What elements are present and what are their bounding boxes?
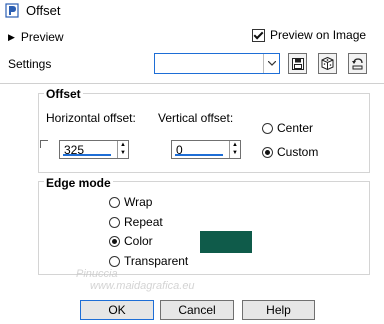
divider: [0, 83, 384, 84]
radio-center[interactable]: Center: [262, 121, 313, 135]
radio-wrap[interactable]: Wrap: [109, 195, 152, 209]
radio-checked-icon: [262, 146, 273, 158]
radio-custom-label: Custom: [277, 145, 319, 159]
watermark-name: Pinuccia: [76, 268, 118, 280]
watermark: Pinuccia www.maidagrafica.eu: [60, 268, 260, 298]
radio-transparent[interactable]: Transparent: [109, 254, 188, 268]
preview-toggle[interactable]: ▶ Preview: [8, 28, 64, 46]
radio-unchecked-icon: [109, 255, 120, 267]
stepper-up-icon[interactable]: ▲: [118, 141, 128, 149]
radio-unchecked-icon: [109, 196, 120, 208]
help-button[interactable]: Help: [242, 300, 315, 320]
vertical-offset-label: Vertical offset:: [158, 111, 234, 125]
undo-arrow-icon: [352, 58, 363, 70]
expand-arrow-icon: ▶: [8, 31, 15, 42]
edge-mode-group-label: Edge mode: [44, 176, 113, 190]
radio-color[interactable]: Color: [109, 234, 153, 248]
randomize-button[interactable]: [318, 53, 337, 74]
offset-group-label: Offset: [44, 87, 83, 101]
value-underline: [63, 154, 111, 156]
link-mark: [40, 140, 48, 148]
preview-on-image-label: Preview on Image: [270, 28, 367, 42]
stepper-down-icon[interactable]: ▼: [118, 149, 128, 157]
radio-color-label: Color: [124, 234, 153, 248]
preview-label: Preview: [20, 30, 64, 44]
edge-color-swatch[interactable]: [200, 231, 252, 253]
radio-wrap-label: Wrap: [124, 195, 153, 209]
dice-icon: [321, 57, 334, 70]
horizontal-offset-stepper[interactable]: 325 ▲ ▼: [59, 140, 129, 159]
settings-dropdown[interactable]: [154, 53, 280, 74]
edge-mode-group: [38, 181, 370, 275]
offset-group: [38, 93, 370, 173]
app-icon: [5, 3, 19, 18]
radio-repeat-label: Repeat: [124, 215, 163, 229]
vertical-offset-stepper[interactable]: 0 ▲ ▼: [171, 140, 241, 159]
stepper-up-icon[interactable]: ▲: [230, 141, 240, 149]
checkbox-checked-icon: [252, 28, 265, 42]
window-title: Offset: [26, 3, 61, 18]
watermark-site: www.maidagrafica.eu: [90, 280, 195, 292]
chevron-down-icon: [263, 54, 279, 73]
stepper-buttons[interactable]: ▲ ▼: [117, 141, 128, 158]
stepper-buttons[interactable]: ▲ ▼: [229, 141, 240, 158]
radio-center-label: Center: [277, 121, 314, 135]
cancel-button[interactable]: Cancel: [160, 300, 234, 320]
preview-on-image-checkbox[interactable]: Preview on Image: [252, 28, 366, 42]
save-icon: [291, 57, 304, 70]
radio-checked-icon: [109, 235, 120, 247]
stepper-down-icon[interactable]: ▼: [230, 149, 240, 157]
ok-button[interactable]: OK: [80, 300, 154, 320]
value-underline: [175, 154, 223, 156]
horizontal-offset-label: Horizontal offset:: [46, 111, 136, 125]
radio-unchecked-icon: [262, 122, 273, 134]
reset-button[interactable]: [348, 53, 367, 74]
radio-unchecked-icon: [109, 216, 120, 228]
radio-transparent-label: Transparent: [124, 254, 189, 268]
settings-label: Settings: [8, 57, 52, 71]
save-preset-button[interactable]: [288, 53, 307, 74]
radio-repeat[interactable]: Repeat: [109, 215, 163, 229]
radio-custom[interactable]: Custom: [262, 145, 318, 159]
